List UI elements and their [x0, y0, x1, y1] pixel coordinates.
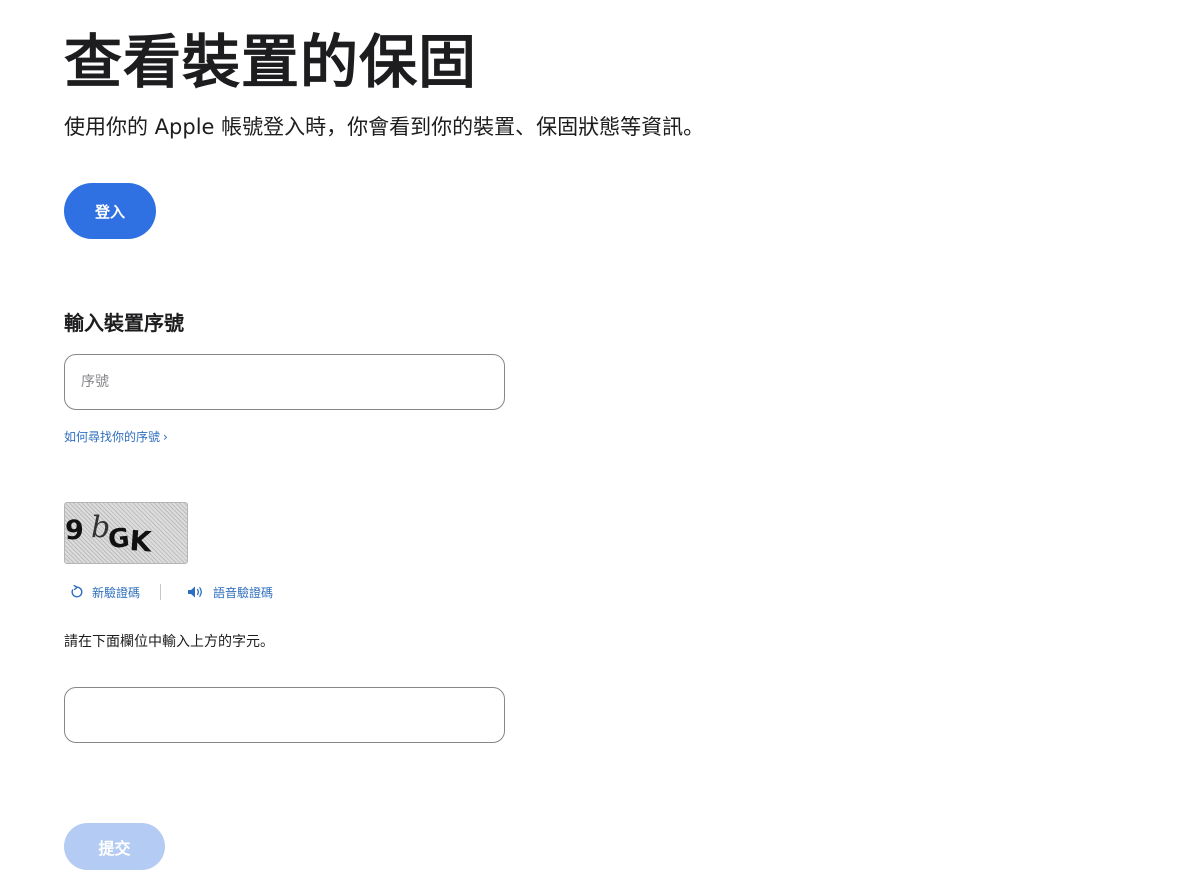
- chevron-right-icon: ›: [163, 430, 168, 444]
- refresh-icon: [71, 585, 83, 598]
- new-captcha-button[interactable]: 新驗證碼: [70, 584, 140, 601]
- audio-captcha-label: 語音驗證碼: [213, 585, 274, 600]
- find-serial-help-link[interactable]: 如何尋找你的序號 ›: [64, 428, 168, 446]
- captcha-char-3: G: [107, 523, 131, 555]
- action-divider: [160, 584, 162, 600]
- page-subtitle: 使用你的 Apple 帳號登入時，你會看到你的裝置、保固狀態等資訊。: [64, 115, 705, 139]
- captcha-actions: 新驗證碼 語音驗證碼: [70, 582, 273, 602]
- captcha-image: 9 b G K: [64, 502, 188, 564]
- find-serial-help-link-label: 如何尋找你的序號: [64, 430, 161, 444]
- submit-button[interactable]: 提交: [64, 823, 165, 870]
- sign-in-button[interactable]: 登入: [64, 183, 156, 239]
- captcha-char-4: K: [129, 524, 154, 559]
- captcha-char-1: 9: [65, 515, 84, 546]
- captcha-answer-input[interactable]: [64, 687, 505, 743]
- captcha-graphic: 9 b G K: [65, 510, 154, 559]
- speaker-icon: [188, 586, 202, 598]
- page-title: 查看裝置的保固: [64, 28, 478, 96]
- serial-section-title: 輸入裝置序號: [64, 311, 184, 335]
- new-captcha-label: 新驗證碼: [92, 585, 141, 600]
- captcha-instruction: 請在下面欄位中輸入上方的字元。: [64, 634, 274, 650]
- audio-captcha-button[interactable]: 語音驗證碼: [187, 584, 273, 601]
- serial-number-input[interactable]: [64, 354, 505, 410]
